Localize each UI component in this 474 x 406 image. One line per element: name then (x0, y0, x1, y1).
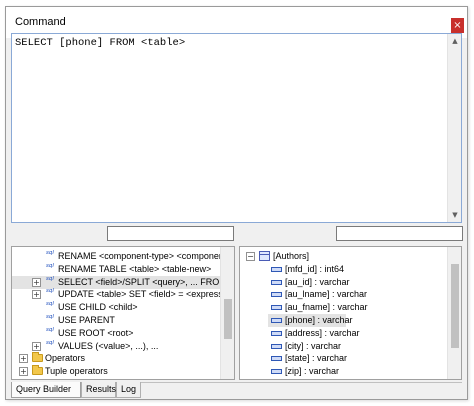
tree-folder-item[interactable]: + Operators (12, 352, 222, 365)
schema-tree[interactable]: − [Authors] [mfd_id] : int64 [au_id] : varc… (239, 246, 462, 380)
field-label: [au_id] : varchar (285, 276, 350, 287)
command-editor[interactable]: SELECT [phone] FROM <table> ▲ ▼ (11, 33, 462, 223)
schema-tree-scrollbar[interactable] (447, 247, 461, 379)
field-icon (271, 266, 282, 272)
field-item[interactable]: [address] : varchar (268, 327, 368, 340)
collapse-icon[interactable]: − (246, 252, 255, 261)
commands-tree[interactable]: sql RENAME <component-type> <component...… (11, 246, 235, 380)
field-item[interactable]: [mfd_id] : int64 (268, 263, 368, 276)
field-label: [mfd_id] : int64 (285, 263, 345, 274)
tree-item-label: VALUES (<value>, ...), ... (58, 340, 159, 351)
expand-icon[interactable]: + (32, 277, 41, 287)
field-icon (271, 369, 282, 375)
field-label: [city] : varchar (285, 340, 342, 351)
field-label: [au_fname] : varchar (285, 302, 368, 313)
field-label: [zip] : varchar (285, 366, 340, 377)
tree-item-label: SELECT <field>/SPLIT <query>, ... FROM..… (58, 276, 235, 287)
command-window: Command × SELECT [phone] FROM <table> ▲ … (5, 6, 468, 400)
table-label: [Authors] (273, 251, 310, 261)
scroll-down-arrow-icon[interactable]: ▼ (448, 208, 462, 222)
commands-tree-scrollbar[interactable] (220, 247, 234, 379)
sql-icon: sql (46, 314, 54, 320)
table-node-authors[interactable]: − [Authors] (240, 250, 450, 263)
field-icon (271, 343, 282, 349)
sql-icon: sql (46, 262, 54, 269)
tree-folder-item[interactable]: + Tuple operators (12, 365, 222, 378)
expand-icon[interactable]: + (19, 354, 28, 364)
commands-filter-input[interactable] (107, 226, 234, 241)
tree-command-item[interactable]: sql USE PARENT (12, 314, 222, 327)
editor-scrollbar[interactable]: ▲ ▼ (447, 34, 461, 222)
tree-item-label: RENAME TABLE <table> <table-new> (58, 263, 212, 274)
tree-command-item[interactable]: sql USE ROOT <root> (12, 327, 222, 340)
field-label: [address] : varchar (285, 327, 360, 338)
tree-item-label: RENAME <component-type> <component... (58, 251, 234, 261)
sql-icon: sql (46, 326, 54, 333)
field-icon (271, 279, 282, 285)
expand-icon[interactable]: + (32, 341, 41, 351)
sql-icon: sql (46, 339, 54, 346)
expand-icon[interactable]: + (32, 290, 41, 300)
sql-icon: sql (46, 288, 54, 295)
field-item[interactable]: [au_id] : varchar (268, 276, 368, 289)
close-button[interactable]: × (451, 18, 464, 33)
field-label: [state] : varchar (285, 353, 348, 364)
field-item[interactable]: [zip] : varchar (268, 365, 368, 378)
tree-command-item[interactable]: + sql SELECT <field>/SPLIT <query>, ... FR… (12, 275, 234, 289)
field-item[interactable]: [city] : varchar (268, 340, 368, 353)
table-icon (259, 251, 270, 261)
scroll-thumb[interactable] (451, 264, 459, 348)
expand-icon[interactable]: + (19, 367, 28, 377)
tab-label: Log (121, 384, 137, 394)
folder-icon (32, 365, 43, 376)
field-label: [au_lname] : varchar (285, 289, 368, 300)
close-icon: × (453, 20, 462, 31)
schema-filter-input[interactable] (336, 226, 463, 241)
tree-item-label: UPDATE <table> SET <field> = <expressi..… (58, 289, 233, 300)
sql-icon: sql (46, 250, 54, 256)
tree-item-label: Operators (45, 353, 86, 364)
folder-icon (32, 352, 43, 363)
tree-item-label: USE PARENT (58, 315, 115, 325)
field-icon (271, 305, 282, 311)
tree-item-label: USE ROOT <root> (58, 327, 134, 338)
tree-command-item[interactable]: + sql UPDATE <table> SET <field> = <expres… (12, 288, 232, 301)
field-icon (271, 330, 282, 336)
tab-label: Results (86, 384, 117, 394)
scroll-up-arrow-icon[interactable]: ▲ (448, 34, 462, 48)
field-icon (271, 356, 282, 362)
field-icon (271, 318, 282, 323)
window-title: Command (15, 16, 66, 28)
tree-command-item[interactable]: sql USE CHILD <child> (12, 301, 222, 314)
sql-icon: sql (46, 301, 54, 308)
tab-log[interactable]: Log (116, 382, 141, 398)
field-icon (271, 292, 282, 298)
field-item[interactable]: [au_lname] : varchar (268, 288, 368, 301)
field-label: [phone] : varchar (285, 315, 353, 325)
field-item[interactable]: [state] : varchar (268, 352, 368, 365)
scroll-thumb[interactable] (224, 299, 232, 339)
tab-results[interactable]: Results (81, 382, 116, 398)
sql-icon: sql (46, 275, 54, 282)
tab-query-builder[interactable]: Query Builder (11, 382, 81, 398)
tree-item-label: USE CHILD <child> (58, 302, 138, 313)
tree-command-item[interactable]: sql RENAME <component-type> <component... (12, 250, 234, 263)
command-text[interactable]: SELECT [phone] FROM <table> (15, 37, 185, 49)
tree-item-label: Tuple operators (45, 366, 108, 377)
field-item[interactable]: [phone] : varchar (268, 314, 353, 327)
tree-command-item[interactable]: sql RENAME TABLE <table> <table-new> (12, 263, 222, 276)
tab-label: Query Builder (16, 384, 72, 394)
tree-command-item[interactable]: + sql VALUES (<value>, ...), ... (12, 340, 222, 353)
bottom-tab-bar: Query Builder Results Log (11, 382, 462, 399)
field-item[interactable]: [au_fname] : varchar (268, 301, 368, 314)
